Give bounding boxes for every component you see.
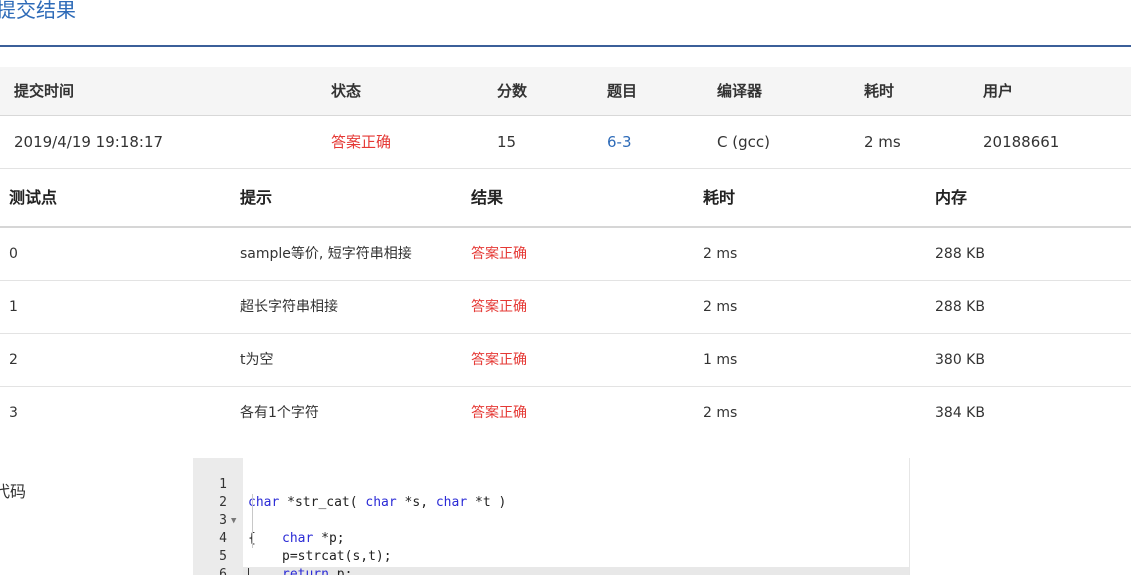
code-line: 2 ▼ { (193, 476, 909, 546)
header-status: 状态 (331, 82, 362, 100)
testcase-time: 2 ms (703, 299, 738, 315)
table-row: 0 sample等价, 短字符串相接 答案正确 2 ms 288 KB (0, 228, 1131, 281)
testcase-result: 答案正确 (471, 246, 527, 262)
header-result: 结果 (471, 188, 504, 207)
testcase-id: 1 (9, 299, 18, 315)
testcase-hint: 各有1个字符 (240, 405, 319, 421)
testcase-id: 0 (9, 246, 18, 262)
testcase-result: 答案正确 (471, 352, 527, 368)
header-compiler: 编译器 (717, 82, 763, 100)
duration-value: 2 ms (864, 133, 901, 151)
testcase-memory: 384 KB (935, 405, 985, 421)
code-line: 6 } (193, 548, 909, 575)
header-user: 用户 (983, 82, 1014, 100)
status-label: 答案正确 (331, 133, 392, 151)
header-problem: 题目 (607, 82, 638, 100)
summary-header-row: 提交时间 状态 分数 题目 编译器 耗时 用户 (0, 67, 1131, 116)
submit-time: 2019/4/19 19:18:17 (14, 133, 164, 151)
title-divider (0, 45, 1131, 47)
compiler-value: C (gcc) (717, 133, 770, 151)
testcase-hint: t为空 (240, 352, 274, 368)
testcase-memory: 288 KB (935, 299, 985, 315)
testcase-result: 答案正确 (471, 299, 527, 315)
code-line: 1 char *str_cat( char *s, char *t ) (193, 458, 909, 510)
testcase-header-row: 测试点 提示 结果 耗时 内存 (0, 169, 1131, 228)
table-row: 3 各有1个字符 答案正确 2 ms 384 KB (0, 387, 1131, 439)
summary-row: 2019/4/19 19:18:17 答案正确 15 6-3 C (gcc) 2… (0, 116, 1131, 169)
testcase-hint: 超长字符串相接 (240, 299, 338, 315)
header-submit-time: 提交时间 (14, 82, 75, 100)
testcase-hint: sample等价, 短字符串相接 (240, 246, 412, 262)
testcase-id: 3 (9, 405, 18, 421)
header-hint: 提示 (240, 188, 273, 207)
testcase-time: 1 ms (703, 352, 738, 368)
header-time: 耗时 (703, 188, 736, 207)
testcase-id: 2 (9, 352, 18, 368)
text-cursor (248, 568, 249, 575)
table-row: 1 超长字符串相接 答案正确 2 ms 288 KB (0, 281, 1131, 334)
code-line: 4 p=strcat(s,t); (193, 512, 909, 564)
problem-link[interactable]: 6-3 (607, 116, 632, 168)
header-testcase: 测试点 (9, 188, 58, 207)
code-label: 代码 (0, 482, 27, 501)
header-memory: 内存 (935, 188, 968, 207)
header-score: 分数 (497, 82, 528, 100)
testcase-memory: 380 KB (935, 352, 985, 368)
header-duration: 耗时 (864, 82, 895, 100)
testcase-result: 答案正确 (471, 405, 527, 421)
code-line: 7 (193, 566, 909, 575)
user-value: 20188661 (983, 133, 1060, 151)
code-line: 5 return p; (193, 530, 909, 575)
indent-guide (252, 494, 253, 548)
testcase-time: 2 ms (703, 405, 738, 421)
page-title: 提交结果 (0, 0, 76, 22)
testcase-memory: 288 KB (935, 246, 985, 262)
table-row: 2 t为空 答案正确 1 ms 380 KB (0, 334, 1131, 387)
score-value: 15 (497, 133, 517, 151)
code-editor[interactable]: 1 char *str_cat( char *s, char *t ) 2 ▼ … (193, 458, 910, 575)
testcase-time: 2 ms (703, 246, 738, 262)
code-line: 3 char *p; (193, 494, 909, 546)
